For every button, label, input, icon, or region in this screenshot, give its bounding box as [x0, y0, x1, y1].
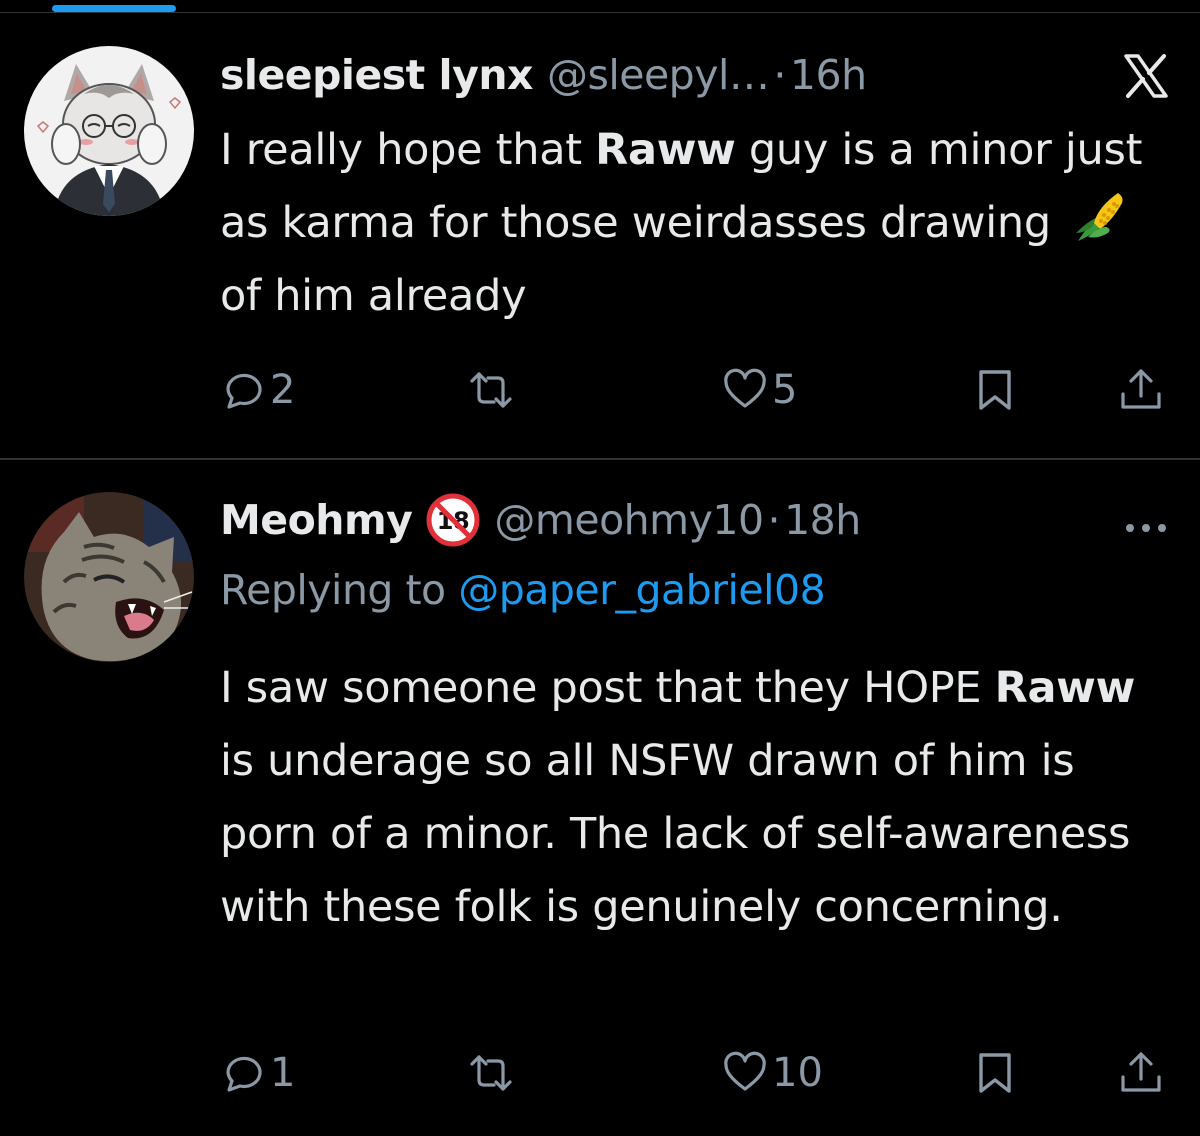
bookmark-button[interactable]: [972, 360, 1018, 420]
separator: ·: [767, 496, 781, 544]
share-icon: [1121, 1052, 1161, 1092]
bookmark-button[interactable]: [972, 1043, 1018, 1103]
like-count: 10: [772, 1050, 823, 1096]
tweet-actions: 1 10: [0, 1043, 1200, 1103]
replying-to-label: Replying to: [220, 566, 459, 614]
bold-text: Raww: [595, 125, 736, 175]
text-segment: I really hope that: [220, 125, 596, 175]
no-under-18-icon: 18: [426, 493, 480, 547]
replying-to: Replying to @paper_gabriel08: [220, 566, 826, 614]
reply-icon: [226, 1056, 262, 1092]
retweet-icon: [470, 372, 512, 408]
timestamp[interactable]: 18h: [784, 496, 861, 544]
reply-count: 1: [270, 1050, 296, 1096]
reply-button[interactable]: 1: [220, 1043, 295, 1103]
display-name[interactable]: Meohmy: [220, 496, 413, 544]
display-name[interactable]: sleepiest lynx: [220, 51, 533, 99]
retweet-icon: [470, 1055, 512, 1091]
bookmark-icon: [979, 370, 1011, 410]
tweet-header: sleepiest lynx @sleepyl… · 16h: [220, 45, 867, 105]
tweet-header: Meohmy 18 @meohmy10 · 18h: [220, 490, 861, 550]
user-handle[interactable]: @meohmy10: [494, 496, 764, 544]
text-segment: of him already: [220, 271, 527, 321]
bold-text: Raww: [994, 663, 1136, 713]
bookmark-icon: [979, 1053, 1011, 1093]
text-segment: I saw someone post that they HOPE: [220, 663, 995, 713]
more-icon[interactable]: [1122, 518, 1170, 538]
share-icon: [1121, 369, 1161, 409]
avatar[interactable]: [24, 492, 194, 662]
tweet[interactable]: sleepiest lynx @sleepyl… · 16h I really …: [0, 0, 1200, 458]
share-button[interactable]: [1118, 1043, 1164, 1103]
like-button[interactable]: 5: [722, 360, 797, 420]
corn-emoji-icon: [1076, 193, 1123, 241]
timestamp[interactable]: 16h: [790, 51, 867, 99]
user-handle[interactable]: @sleepyl…: [547, 51, 770, 99]
heart-icon: [724, 368, 766, 408]
separator: ·: [773, 51, 786, 99]
tweet-text: I really hope that Raww guy is a minor j…: [220, 114, 1180, 333]
retweet-button[interactable]: [468, 360, 518, 420]
share-button[interactable]: [1118, 360, 1164, 420]
retweet-button[interactable]: [468, 1043, 518, 1103]
reply-count: 2: [270, 367, 296, 413]
reply-button[interactable]: 2: [220, 360, 295, 420]
tweet-actions: 2 5: [0, 360, 1200, 420]
reply-icon: [226, 373, 262, 409]
like-count: 5: [772, 367, 798, 413]
text-segment: is underage so all NSFW drawn of him is …: [220, 736, 1131, 932]
x-logo-icon[interactable]: [1122, 52, 1170, 100]
avatar[interactable]: [24, 46, 194, 216]
like-button[interactable]: 10: [722, 1043, 823, 1103]
tweet[interactable]: Meohmy 18 @meohmy10 · 18h Replying to @p…: [0, 460, 1200, 1136]
mention-link[interactable]: @paper_gabriel08: [458, 566, 825, 614]
heart-icon: [724, 1051, 766, 1091]
tweet-text: I saw someone post that they HOPE Raww i…: [220, 652, 1180, 944]
